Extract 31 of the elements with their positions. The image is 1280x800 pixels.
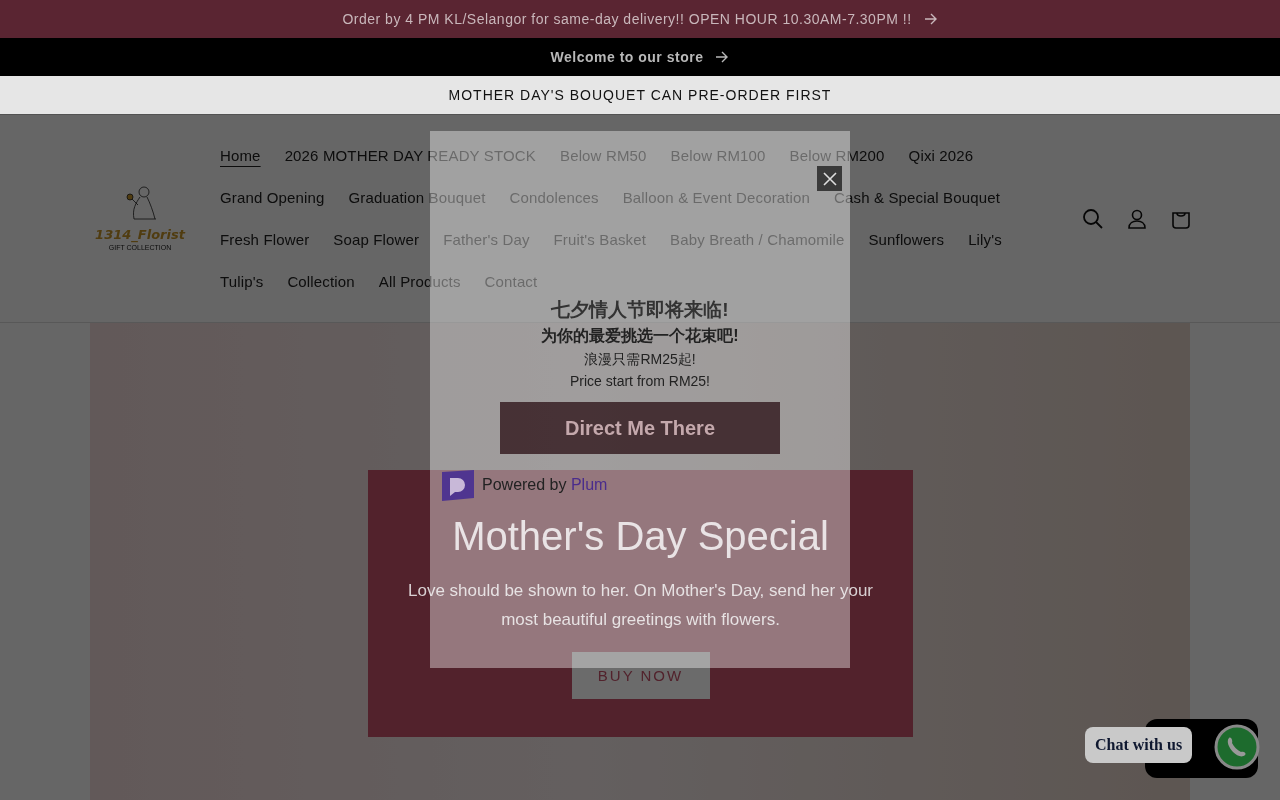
nav-link[interactable]: Home [220,134,261,177]
nav-link[interactable]: All Products [378,260,461,303]
chat-label[interactable]: Chat with us [1085,727,1193,763]
search-icon[interactable] [1082,207,1104,230]
popup-text: 浪漫只需RM25起! [584,350,696,369]
direct-me-there-button[interactable]: Direct Me There [500,402,780,454]
close-icon[interactable] [822,171,837,186]
announcement-text: Welcome to our store [550,49,704,65]
nav-link[interactable]: Qixi 2026 [908,134,974,177]
nav-link[interactable]: Fresh Flower [220,218,310,261]
announcement-text: MOTHER DAY'S BOUQUET CAN PRE-ORDER FIRST [448,87,832,103]
announcement-text: Order by 4 PM KL/Selangor for same-day delivery!! OPEN HOUR 10.30AM-7.30PM !! [342,11,912,27]
powered-by-text: Powered by Plum [482,476,608,494]
arrow-right-icon[interactable] [923,13,938,25]
nav-link[interactable]: Lily's [968,218,1002,261]
nav-link[interactable]: Sunflowers [868,218,945,261]
buy-now-button[interactable]: BUY NOW [571,652,710,699]
nav-link[interactable]: Soap Flower [333,218,420,261]
close-button[interactable] [817,166,842,191]
popup-text: 为你的最爱挑选一个花束吧! [541,326,739,346]
arrow-right-icon[interactable] [715,51,730,63]
nav-link[interactable]: Cash & Special Bouquet [834,176,1000,219]
popup-text: 七夕情人节即将来临! [551,298,729,322]
popup-text: Price start from RM25! [570,372,710,391]
popup-text: Love should be shown to her. On Mother's Day, send her your most beautiful greetings with flowers. [407,580,874,631]
popup-title: Mother's Day Special [452,514,829,558]
nav-link[interactable]: Tulip's [220,260,264,303]
plum-link[interactable]: Plum [570,476,608,493]
nav-link[interactable]: Collection [287,260,355,303]
account-icon[interactable] [1126,207,1148,230]
nav-link[interactable]: Grand Opening [220,176,325,219]
